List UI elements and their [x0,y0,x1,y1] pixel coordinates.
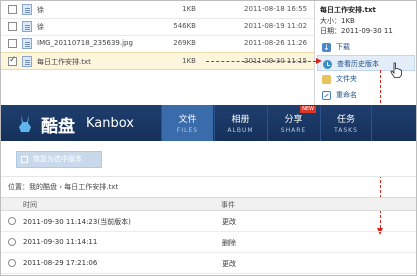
history-row[interactable]: 2011-08-29 17:21:06 更改 [1,253,416,274]
file-name[interactable]: IMG_20110718_235639.jpg [37,39,133,47]
tab-label: 任务 [336,115,355,125]
menu-item-label: 文件夹 [336,75,357,83]
history-table-header: 时间 事件 [1,197,416,211]
tab-share[interactable]: NEW 分享 SHARE [267,105,319,141]
app-header: 酷盘 Kanbox 文件 FILES 相册 ALBUM NEW 分享 SHARE… [1,105,416,141]
file-date: 2011-08-18 16:55 [244,5,308,13]
history-icon [323,60,332,69]
tab-label: 文件 [178,115,197,125]
tab-sublabel: ALBUM [227,127,254,134]
restore-version-button[interactable]: 恢复为选中版本 [16,151,102,168]
version-radio[interactable] [8,259,16,267]
file-checkbox[interactable] [8,39,17,48]
hand-cursor-icon [390,62,402,78]
menu-item-label: 查看历史版本 [337,60,379,68]
tab-sublabel: SHARE [280,127,307,134]
info-file-title: 每日工作安排.txt [320,6,376,14]
folder-icon [322,75,331,84]
logo-text-en: Kanbox [86,116,135,131]
tab-album[interactable]: 相册 ALBUM [214,105,266,141]
file-row[interactable]: IMG_20110718_235639.jpg 269KB 2011-08-26… [1,35,315,53]
toolbar: 恢复为选中版本 [1,141,416,177]
connector-dashed-horizontal [206,61,316,62]
file-date: 2011-08-26 11:26 [244,39,308,47]
file-name[interactable]: 徐 [37,5,44,15]
version-time: 2011-09-30 11:14:23(当前版本) [23,218,131,226]
download-icon [322,40,331,56]
file-size: 269KB [173,39,196,47]
logo-text-cn: 酷盘 [41,117,75,137]
image-file-icon [22,38,32,49]
file-size: 546KB [173,22,196,30]
info-date: 日期：2011-09-30 11 [320,27,393,35]
tab-label: 相册 [231,115,250,125]
file-size: 1KB [182,57,196,65]
file-info-panel: 每日工作安排.txt 大小：1KB 日期：2011-09-30 11 下载 查看… [314,1,416,105]
file-icon [22,4,32,15]
file-checkbox[interactable] [8,22,17,31]
version-event: 删除 [222,239,236,247]
file-date: 2011-08-19 11:02 [244,22,308,30]
history-row[interactable]: 2011-09-30 11:14:11 删除 [1,232,416,253]
tab-files[interactable]: 文件 FILES [161,105,213,141]
column-header-event: 事件 [221,201,235,209]
file-name[interactable]: 每日工作安排.txt [37,57,91,67]
rename-icon [322,91,331,100]
column-header-time: 时间 [23,201,37,209]
file-icon [22,21,32,32]
new-badge: NEW [300,106,316,113]
file-row[interactable]: 徐 546KB 2011-08-19 11:02 [1,18,315,36]
arrow-right-icon [316,58,322,64]
file-checkbox[interactable] [8,5,17,14]
file-row[interactable]: 徐 1KB 2011-08-18 16:55 [1,1,315,19]
text-file-icon [22,56,32,67]
file-name[interactable]: 徐 [37,22,44,32]
version-radio[interactable] [8,238,16,246]
history-row[interactable]: 2011-09-30 11:14:23(当前版本) 更改 [1,211,416,232]
menu-item-label: 重命名 [336,91,357,99]
file-size: 1KB [182,5,196,13]
version-event: 更改 [222,218,236,226]
menu-item-rename[interactable]: 重命名 [317,87,415,103]
version-radio[interactable] [8,217,16,225]
tab-sublabel: TASKS [334,127,358,134]
kanbox-rabbit-logo-icon [19,115,31,132]
info-size: 大小：1KB [320,17,355,25]
tab-sublabel: FILES [176,127,199,134]
file-checkbox-checked[interactable] [8,55,17,66]
restore-icon [21,156,28,163]
version-time: 2011-09-30 11:14:11 [23,238,98,246]
breadcrumb: 位置：我的酷盘 › 每日工作安排.txt [8,183,119,191]
menu-item-download[interactable]: 下载 [317,39,415,56]
tab-tasks[interactable]: 任务 TASKS [320,105,372,141]
version-event: 更改 [222,260,236,268]
restore-button-label: 恢复为选中版本 [33,155,82,163]
menu-item-label: 下载 [336,43,350,51]
tab-label: 分享 [284,115,303,125]
version-time: 2011-08-29 17:21:06 [23,259,98,267]
